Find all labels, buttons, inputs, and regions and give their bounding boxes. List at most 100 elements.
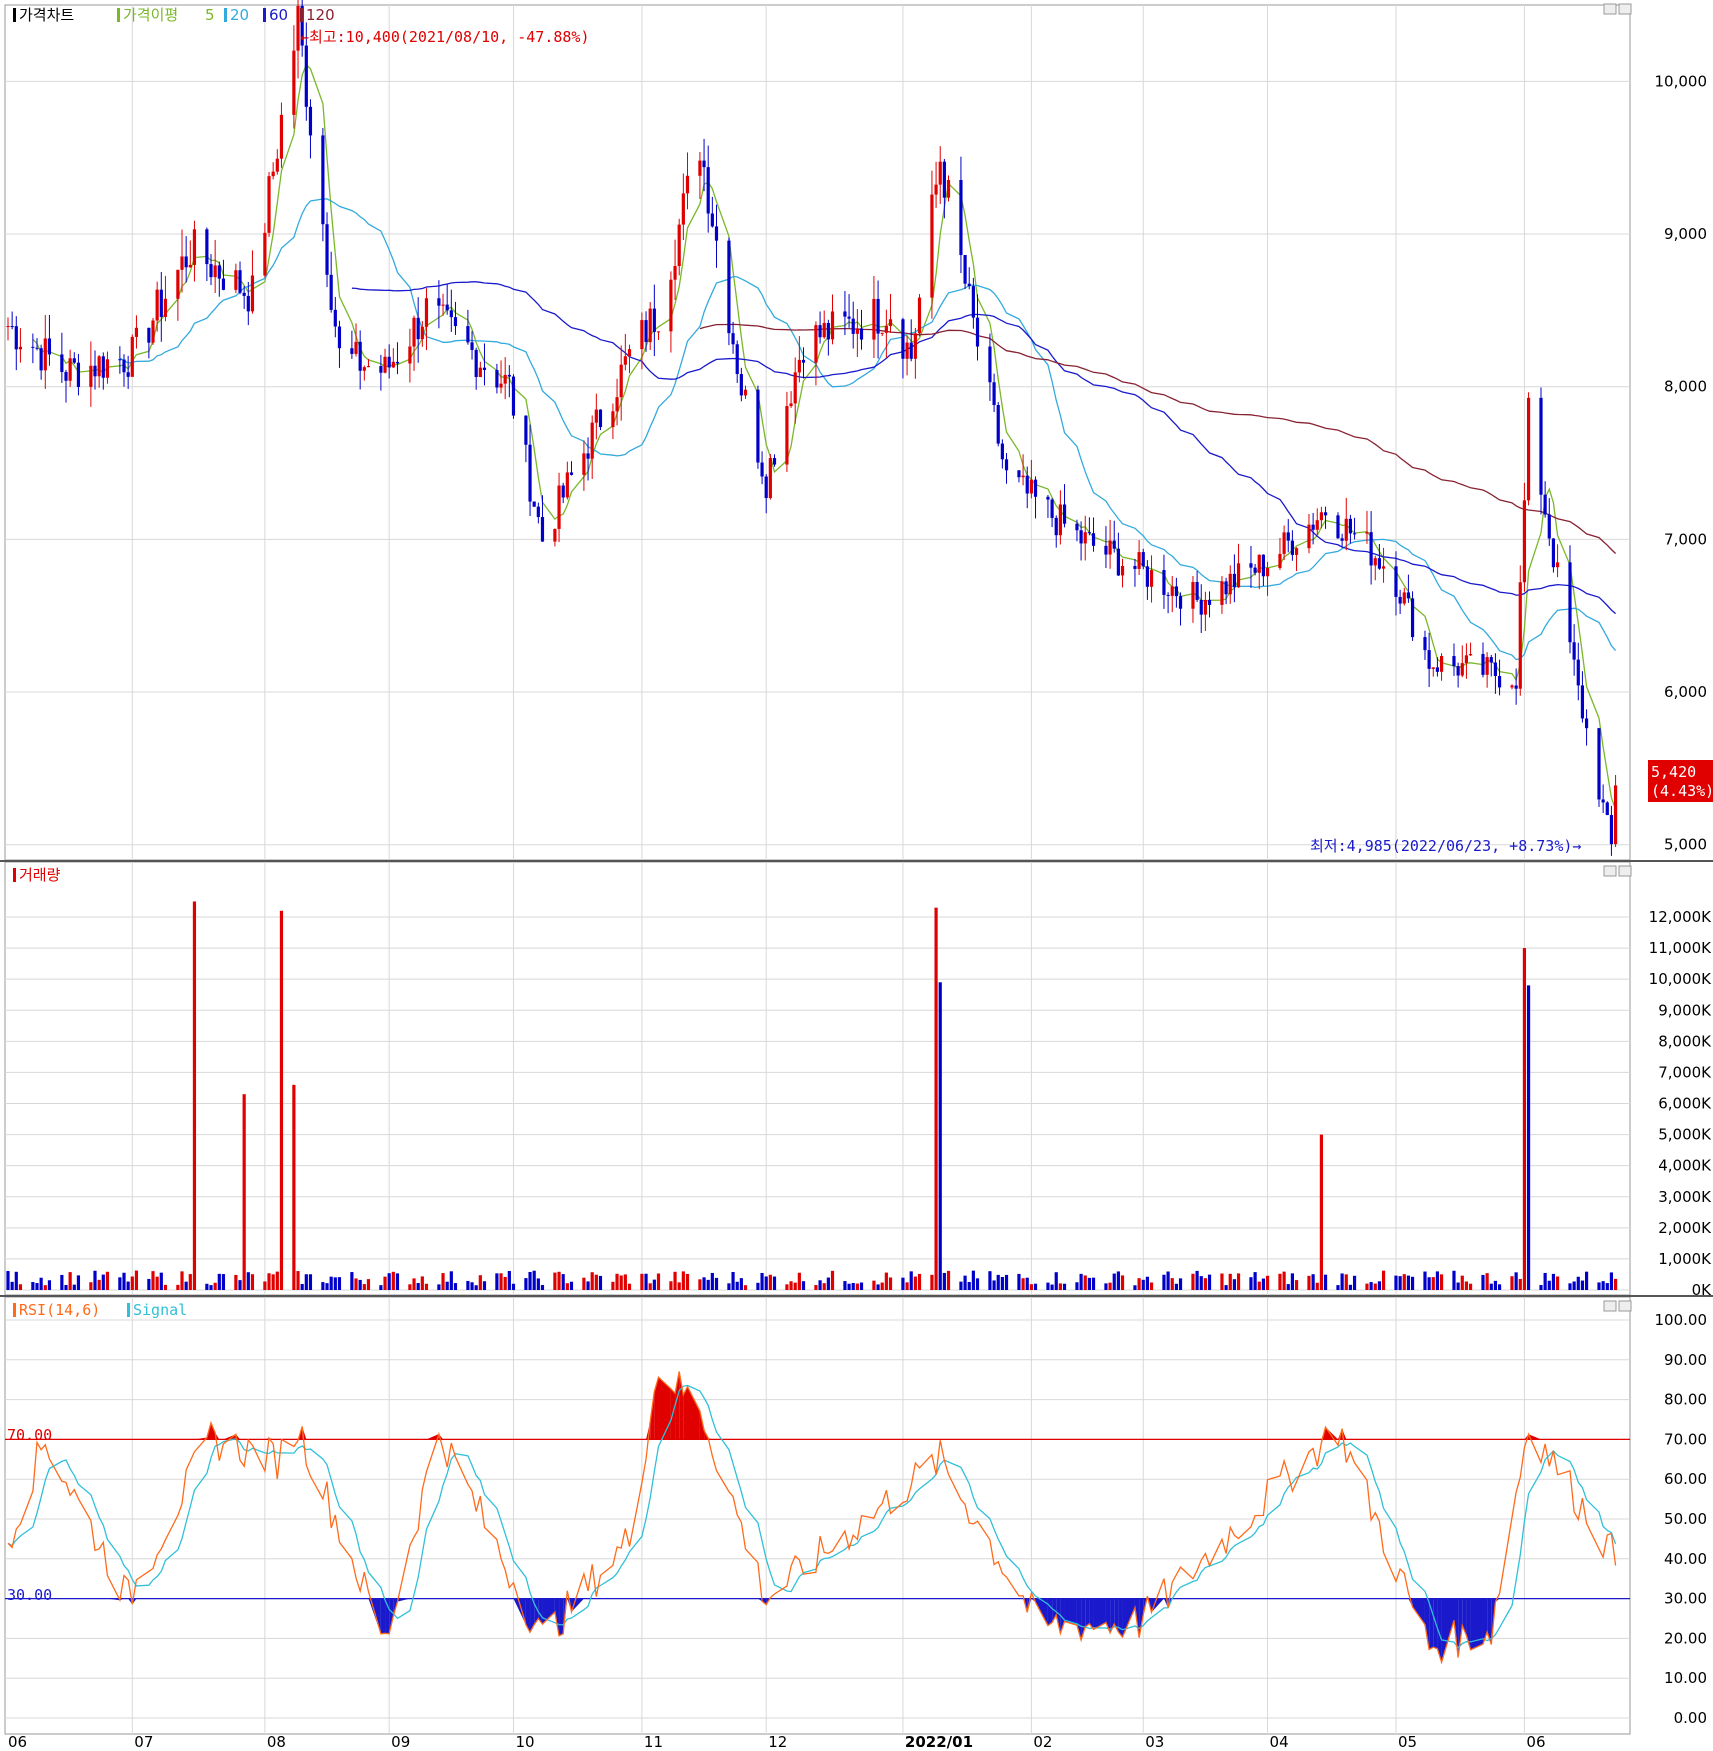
- volume-bar: [1286, 1284, 1290, 1290]
- candle-body: [1539, 397, 1543, 495]
- candle-body: [569, 472, 574, 475]
- candle-body: [470, 342, 474, 350]
- candle-body: [151, 320, 155, 343]
- volume-bar: [213, 1282, 217, 1290]
- candle-body: [1290, 540, 1294, 555]
- candle-body: [482, 367, 487, 371]
- price-panel[interactable]: [4, 4, 1631, 861]
- volume-bar: [1133, 1285, 1137, 1290]
- candle-body: [1319, 512, 1323, 521]
- volume-bar: [1166, 1271, 1170, 1290]
- volume-bar: [1307, 1275, 1311, 1290]
- volume-tick-label: 7,000K: [1658, 1063, 1712, 1081]
- candle-body: [1377, 558, 1382, 569]
- volume-bar: [1601, 1281, 1605, 1290]
- candle-body: [1605, 802, 1609, 816]
- volume-tick-label: 0K: [1692, 1281, 1713, 1299]
- candle-body: [1004, 459, 1009, 471]
- volume-bar: [884, 1272, 888, 1290]
- rsi-tick-label: 70.00: [1664, 1430, 1707, 1448]
- volume-bar: [706, 1279, 710, 1290]
- candle-body: [213, 265, 217, 278]
- candle-body: [134, 327, 139, 337]
- candle-body: [1228, 573, 1232, 595]
- volume-bar: [557, 1271, 561, 1290]
- candle-body: [553, 528, 557, 542]
- candle-body: [76, 362, 81, 387]
- candle-body: [1162, 570, 1166, 595]
- candle-body: [872, 298, 876, 340]
- volume-bar: [242, 1094, 246, 1290]
- volume-bar: [1278, 1273, 1282, 1290]
- volume-bar: [1137, 1278, 1141, 1290]
- volume-bar: [909, 1271, 913, 1290]
- candle-body: [118, 359, 122, 361]
- candle-body: [267, 176, 271, 233]
- volume-bar: [540, 1285, 545, 1290]
- volume-bar: [830, 1270, 835, 1290]
- candle-body: [876, 298, 880, 334]
- volume-bar: [756, 1282, 760, 1290]
- volume-bar: [1460, 1275, 1464, 1290]
- volume-bar: [176, 1284, 180, 1290]
- candle-body: [967, 283, 971, 287]
- candle-body: [511, 376, 516, 416]
- volume-bar: [685, 1273, 690, 1290]
- rsi-tick-label: 10.00: [1664, 1669, 1707, 1687]
- candle-body: [561, 485, 565, 498]
- candle-body: [1584, 718, 1589, 729]
- volume-bar: [147, 1278, 151, 1290]
- volume-bar: [669, 1281, 673, 1290]
- volume-bar: [677, 1282, 681, 1290]
- volume-bar: [503, 1276, 507, 1290]
- candle-body: [1108, 540, 1112, 555]
- candle-body: [1046, 496, 1050, 500]
- legend-ma20: 20: [230, 6, 249, 24]
- volume-bar: [395, 1273, 400, 1290]
- x-tick-label: 08: [267, 1733, 286, 1751]
- volume-panel[interactable]: [4, 861, 1631, 1296]
- candle-body: [1178, 596, 1183, 609]
- candle-body: [1079, 530, 1083, 544]
- candle-body: [1029, 479, 1033, 494]
- candle-body: [996, 405, 1000, 444]
- volume-bar: [35, 1283, 39, 1290]
- volume-bar: [72, 1284, 76, 1290]
- volume-bar: [619, 1275, 623, 1290]
- volume-tick-label: 10,000K: [1649, 970, 1712, 988]
- volume-bar: [89, 1282, 93, 1290]
- candle-body: [1568, 562, 1572, 643]
- candle-body: [536, 506, 540, 518]
- volume-bar: [971, 1270, 975, 1290]
- rsi-tick-label: 90.00: [1664, 1351, 1707, 1369]
- volume-bar: [1207, 1274, 1212, 1290]
- volume-bar: [1224, 1285, 1228, 1290]
- volume-bar: [1576, 1276, 1580, 1290]
- candle-body: [648, 308, 652, 343]
- volume-bar: [1522, 948, 1527, 1290]
- volume-bar: [68, 1272, 72, 1290]
- rsi-panel[interactable]: [4, 1296, 1631, 1735]
- volume-bar: [1551, 1273, 1556, 1290]
- volume-bar: [992, 1280, 996, 1290]
- volume-bar: [1087, 1277, 1091, 1290]
- volume-bar: [843, 1281, 847, 1290]
- candle-body: [1369, 532, 1373, 566]
- candle-body: [1104, 545, 1108, 555]
- candle-body: [1116, 548, 1120, 576]
- candle-body: [379, 366, 383, 373]
- candle-body: [1203, 599, 1207, 615]
- candle-body: [97, 356, 101, 377]
- candle-body: [292, 50, 296, 115]
- volume-bar: [18, 1284, 23, 1290]
- volume-bar: [1518, 1278, 1522, 1290]
- candle-body: [681, 193, 685, 225]
- candle-body: [325, 224, 329, 275]
- volume-bar: [524, 1278, 528, 1290]
- candle-body: [358, 341, 362, 371]
- candle-body: [731, 333, 735, 345]
- volume-bar: [652, 1279, 656, 1290]
- volume-bar: [321, 1282, 325, 1290]
- candle-body: [826, 322, 830, 340]
- candle-body: [764, 476, 768, 499]
